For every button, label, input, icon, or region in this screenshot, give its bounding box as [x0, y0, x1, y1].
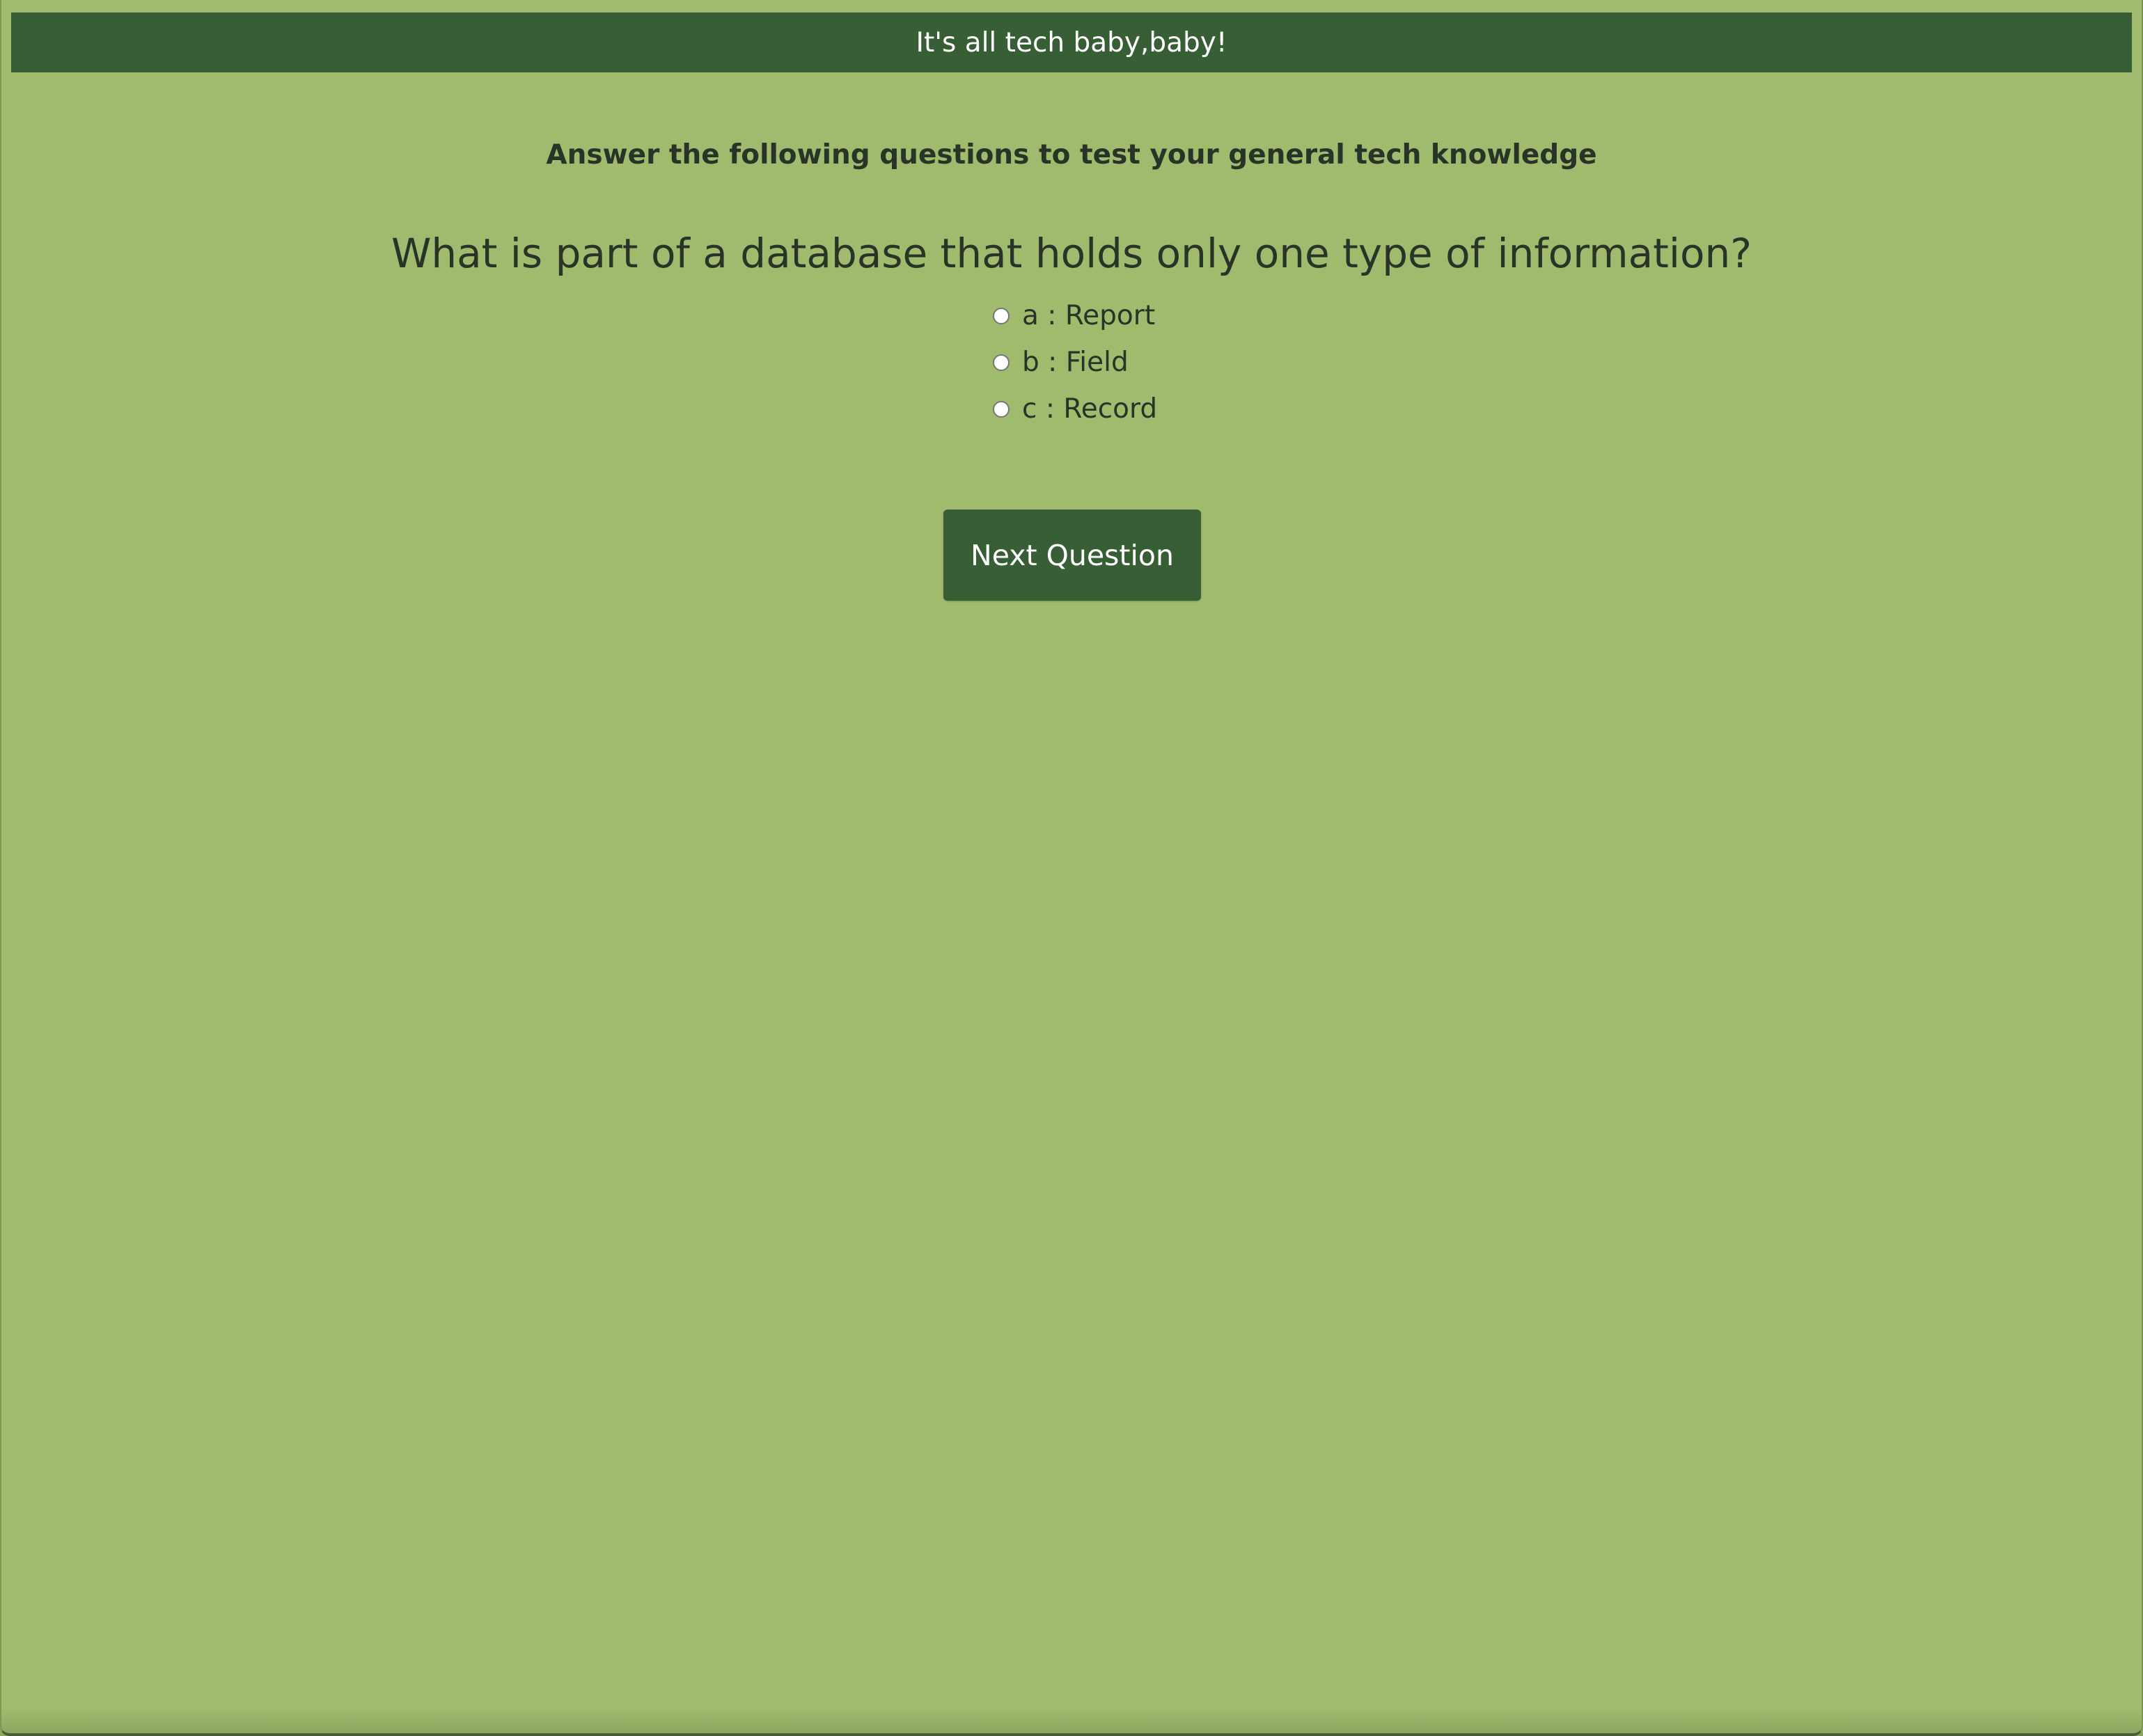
page-header: It's all tech baby,baby!	[11, 13, 2132, 72]
answer-option-b[interactable]: b : Field	[993, 339, 1157, 386]
answer-label-c: c : Record	[1022, 393, 1158, 425]
window-bottom-shadow	[0, 1708, 2143, 1736]
header-title: It's all tech baby,baby!	[916, 26, 1227, 58]
radio-button-b[interactable]	[993, 354, 1010, 371]
quiz-instructions: Answer the following questions to test y…	[546, 139, 1597, 171]
radio-button-c[interactable]	[993, 400, 1010, 418]
answer-option-c[interactable]: c : Record	[993, 386, 1157, 432]
answer-option-a[interactable]: a : Report	[993, 292, 1157, 339]
question-text: What is part of a database that holds on…	[391, 230, 1752, 277]
radio-button-a[interactable]	[993, 307, 1010, 324]
answer-label-a: a : Report	[1022, 300, 1156, 331]
next-question-button[interactable]: Next Question	[943, 510, 1201, 601]
answer-options: a : Report b : Field c : Record	[993, 292, 1157, 432]
answer-label-b: b : Field	[1022, 347, 1129, 378]
